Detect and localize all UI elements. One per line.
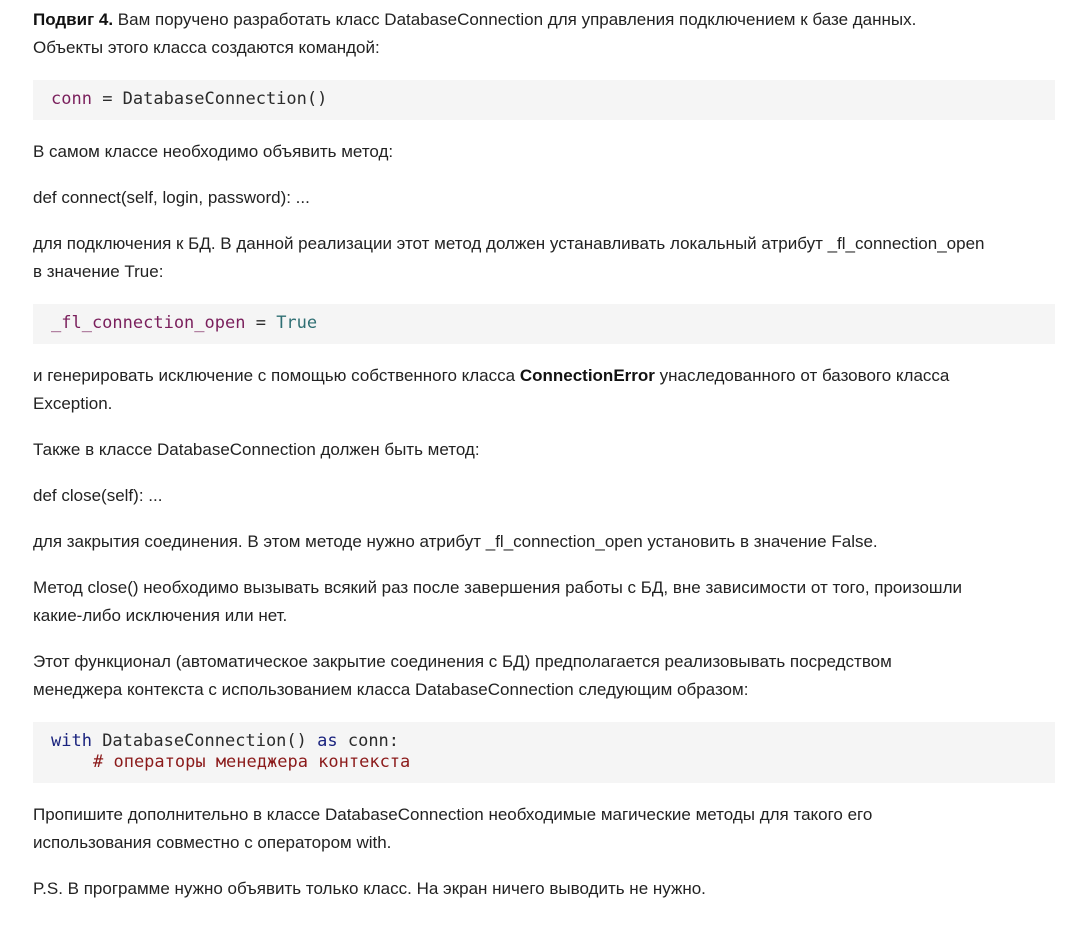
- context-manager-paragraph: Этот функционал (автоматическое закрытие…: [33, 648, 1055, 704]
- connect-signature: def connect(self, login, password): ...: [33, 188, 310, 207]
- connection-error-class-name: ConnectionError: [519, 366, 655, 385]
- declare-method-paragraph: В самом классе необходимо объявить метод…: [33, 142, 394, 161]
- code-keyword-with: with: [51, 731, 92, 751]
- intro-line-1: Вам поручено разработать класс DatabaseC…: [113, 10, 917, 29]
- code-constructor-call: = DatabaseConnection(): [91, 89, 328, 109]
- magic-methods-line-2: использования совместно с оператором wit…: [33, 833, 392, 852]
- code-comment: # операторы менеджера контекста: [93, 752, 411, 772]
- code-block-with-statement: with DatabaseConnection() as conn: # опе…: [33, 722, 1055, 783]
- close-signature: def close(self): ...: [33, 486, 163, 505]
- exception-paragraph: и генерировать исключение с помощью собс…: [33, 362, 1055, 418]
- close-always-paragraph: Метод close() необходимо вызывать всякий…: [33, 574, 1055, 630]
- exception-text-after: унаследованного от базового класса: [654, 366, 950, 385]
- close-always-line-1: Метод close() необходимо вызывать всякий…: [33, 578, 962, 597]
- ps-note: P.S. В программе нужно объявить только к…: [33, 879, 706, 898]
- code-variable-conn: conn: [51, 89, 92, 109]
- code-with-target: conn:: [337, 731, 400, 751]
- also-method-paragraph: Также в классе DatabaseConnection должен…: [33, 440, 480, 459]
- code-flag-variable: _fl_connection_open: [51, 313, 246, 333]
- code-block-create-connection: conn = DatabaseConnection(): [33, 80, 1055, 120]
- intro-paragraph: Подвиг 4. Вам поручено разработать класс…: [33, 6, 1055, 62]
- code-block-flag-assignment: _fl_connection_open = True: [33, 304, 1055, 344]
- exception-text-line-2: Exception.: [33, 394, 113, 413]
- code-true-literal: True: [276, 313, 318, 333]
- exception-text-before: и генерировать исключение с помощью собс…: [33, 366, 520, 385]
- magic-methods-paragraph: Пропишите дополнительно в классе Databas…: [33, 801, 1055, 857]
- intro-line-2: Объекты этого класса создаются командой:: [33, 38, 380, 57]
- task-title: Подвиг 4.: [33, 10, 114, 29]
- connect-description-line-2: в значение True:: [33, 262, 164, 281]
- code-keyword-as: as: [317, 731, 338, 751]
- code-assign-operator: =: [245, 313, 277, 333]
- code-with-expression: DatabaseConnection(): [91, 731, 318, 751]
- close-description: для закрытия соединения. В этом методе н…: [33, 532, 878, 551]
- context-manager-line-2: менеджера контекста с использованием кла…: [33, 680, 749, 699]
- connect-description: для подключения к БД. В данной реализаци…: [33, 230, 1055, 286]
- context-manager-line-1: Этот функционал (автоматическое закрытие…: [33, 652, 892, 671]
- close-always-line-2: какие-либо исключения или нет.: [33, 606, 288, 625]
- connect-description-line-1: для подключения к БД. В данной реализаци…: [33, 234, 985, 253]
- task-content: Подвиг 4. Вам поручено разработать класс…: [33, 6, 1055, 903]
- magic-methods-line-1: Пропишите дополнительно в классе Databas…: [33, 805, 873, 824]
